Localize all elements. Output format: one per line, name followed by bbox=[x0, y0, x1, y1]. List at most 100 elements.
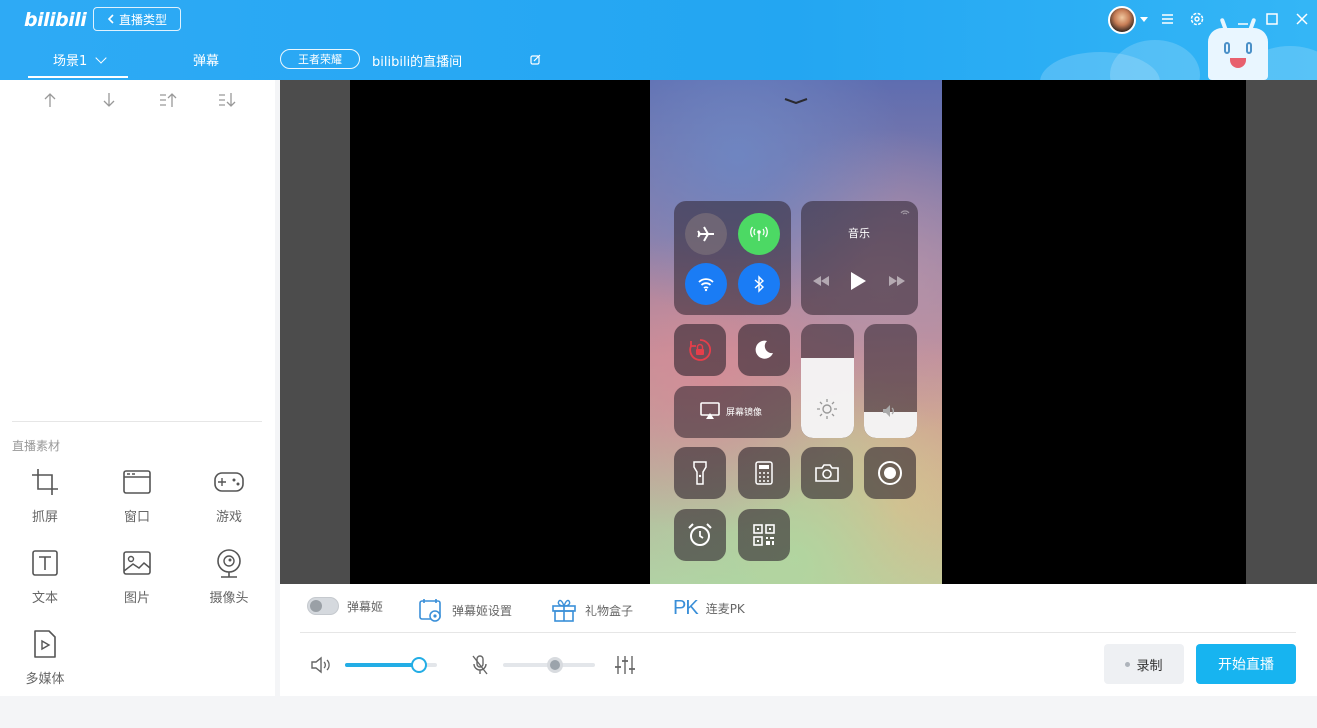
menu-icon[interactable] bbox=[1160, 11, 1176, 27]
asset-text[interactable]: 文本 bbox=[10, 547, 80, 609]
screen-mirroring-label: 屏幕镜像 bbox=[726, 408, 763, 418]
move-up-icon[interactable] bbox=[40, 92, 60, 108]
screen-record-icon bbox=[878, 461, 902, 485]
asset-screen-capture[interactable]: 抓屏 bbox=[10, 466, 80, 528]
screen-mirroring-icon bbox=[700, 402, 720, 419]
media-file-icon bbox=[34, 630, 56, 658]
avatar[interactable] bbox=[1108, 6, 1136, 34]
asset-label: 摄像头 bbox=[209, 591, 249, 606]
speaker-volume-thumb[interactable] bbox=[410, 657, 427, 673]
move-bottom-icon[interactable] bbox=[217, 92, 237, 108]
bluetooth-icon[interactable] bbox=[738, 263, 780, 305]
gift-box-button[interactable]: 礼物盒子 bbox=[551, 597, 633, 623]
asset-label: 文本 bbox=[31, 591, 58, 606]
calculator-button[interactable] bbox=[738, 447, 790, 499]
chevron-down-icon[interactable] bbox=[95, 52, 107, 64]
music-module: 音乐 bbox=[801, 201, 918, 315]
bilibili-logo: bilibili bbox=[24, 9, 87, 31]
danmaku-ji-label: 弹幕姬 bbox=[347, 599, 384, 614]
grabber-chevron-icon bbox=[784, 98, 808, 104]
qr-code-icon bbox=[753, 524, 775, 546]
cellular-data-icon[interactable] bbox=[738, 213, 780, 255]
play-icon[interactable] bbox=[849, 271, 867, 291]
asset-label: 抓屏 bbox=[31, 510, 58, 525]
wifi-icon[interactable] bbox=[685, 263, 727, 305]
screen-record-button[interactable] bbox=[864, 447, 916, 499]
danmaku-ji-settings-label: 弹幕姬设置 bbox=[452, 603, 513, 618]
toggle-switch[interactable] bbox=[307, 597, 339, 615]
room-title: bilibili的直播间 bbox=[372, 55, 463, 70]
category-tag[interactable]: 王者荣耀 bbox=[280, 49, 360, 69]
camera-icon bbox=[815, 464, 839, 482]
link-pk-label: 连麦PK bbox=[705, 602, 745, 616]
rotation-lock-icon bbox=[689, 339, 712, 361]
cloud-decoration bbox=[1110, 40, 1200, 80]
microphone-volume-thumb[interactable] bbox=[546, 657, 563, 673]
connectivity-module bbox=[674, 201, 791, 315]
scene-sidebar: 直播素材 抓屏 窗口 游戏 文本 图片 摄像头 多媒体 bbox=[0, 80, 275, 696]
record-button[interactable]: 录制 bbox=[1104, 644, 1184, 684]
camera-button[interactable] bbox=[801, 447, 853, 499]
asset-label: 多媒体 bbox=[25, 672, 65, 687]
moon-icon bbox=[755, 340, 773, 359]
rotation-lock-button[interactable] bbox=[674, 324, 726, 376]
pk-icon: PK bbox=[673, 597, 699, 619]
record-label: 录制 bbox=[1136, 658, 1163, 674]
text-icon bbox=[32, 550, 58, 576]
close-icon[interactable] bbox=[1294, 11, 1310, 27]
settings-icon[interactable] bbox=[1189, 11, 1205, 27]
gift-box-label: 礼物盒子 bbox=[585, 603, 634, 618]
link-pk-button[interactable]: PK 连麦PK bbox=[673, 597, 745, 620]
danmaku-ji-settings-button[interactable]: 弹幕姬设置 bbox=[418, 597, 512, 623]
flashlight-button[interactable] bbox=[674, 447, 726, 499]
move-top-icon[interactable] bbox=[158, 92, 178, 108]
record-dot-icon bbox=[1125, 661, 1131, 667]
volume-slider[interactable] bbox=[864, 324, 917, 438]
sidebar-divider bbox=[12, 421, 262, 422]
brightness-icon bbox=[817, 399, 837, 419]
asset-image[interactable]: 图片 bbox=[102, 547, 172, 609]
live-type-back-button[interactable]: 直播类型 bbox=[93, 7, 181, 31]
asset-label: 游戏 bbox=[215, 510, 242, 525]
asset-camera[interactable]: 摄像头 bbox=[194, 547, 264, 609]
stream-preview[interactable]: 音乐 屏幕镜像 bbox=[280, 80, 1317, 584]
title-bar: bilibili 直播类型 场景1 弹幕 王者荣耀 bilibili的直播间 bbox=[0, 0, 1317, 80]
flashlight-icon bbox=[693, 461, 707, 485]
qr-scanner-button[interactable] bbox=[738, 509, 790, 561]
caret-down-icon[interactable] bbox=[1140, 17, 1148, 22]
asset-label: 窗口 bbox=[123, 510, 150, 525]
tab-scene[interactable]: 场景1 bbox=[53, 50, 107, 69]
next-track-icon[interactable] bbox=[887, 275, 907, 287]
webcam-icon bbox=[217, 549, 241, 578]
start-live-button[interactable]: 开始直播 bbox=[1196, 644, 1296, 684]
microphone-volume-slider[interactable] bbox=[503, 657, 595, 673]
minimize-icon[interactable] bbox=[1235, 11, 1251, 27]
speaker-volume-fill bbox=[345, 663, 419, 667]
edit-icon[interactable] bbox=[530, 54, 541, 65]
asset-media[interactable]: 多媒体 bbox=[10, 628, 80, 690]
previous-track-icon[interactable] bbox=[811, 275, 831, 287]
brightness-slider[interactable] bbox=[801, 324, 854, 438]
microphone-muted-icon[interactable] bbox=[470, 654, 490, 676]
asset-game[interactable]: 游戏 bbox=[194, 466, 264, 528]
chevron-left-icon bbox=[107, 14, 114, 24]
airplay-audio-icon[interactable] bbox=[900, 207, 910, 217]
tab-scene-label: 场景1 bbox=[53, 54, 88, 69]
alarm-clock-icon bbox=[688, 523, 712, 546]
alarm-button[interactable] bbox=[674, 509, 726, 561]
speaker-volume-icon[interactable] bbox=[310, 656, 332, 674]
move-down-icon[interactable] bbox=[99, 92, 119, 108]
screen-mirroring-button[interactable]: 屏幕镜像 bbox=[674, 386, 791, 438]
maximize-icon[interactable] bbox=[1264, 11, 1280, 27]
asset-window[interactable]: 窗口 bbox=[102, 466, 172, 528]
speaker-volume-slider[interactable] bbox=[345, 657, 437, 673]
do-not-disturb-button[interactable] bbox=[738, 324, 790, 376]
airplane-mode-icon[interactable] bbox=[685, 213, 727, 255]
danmaku-ji-toggle[interactable]: 弹幕姬 bbox=[307, 597, 383, 615]
tab-danmaku[interactable]: 弹幕 bbox=[193, 50, 219, 69]
crop-icon bbox=[32, 469, 58, 495]
layer-order-toolbar bbox=[40, 92, 237, 108]
live-assets-title: 直播素材 bbox=[12, 439, 61, 453]
audio-mixer-icon[interactable] bbox=[614, 654, 636, 676]
live-controls-panel: 弹幕姬 弹幕姬设置 礼物盒子 PK 连麦PK 录制 开始直播 bbox=[280, 584, 1317, 696]
